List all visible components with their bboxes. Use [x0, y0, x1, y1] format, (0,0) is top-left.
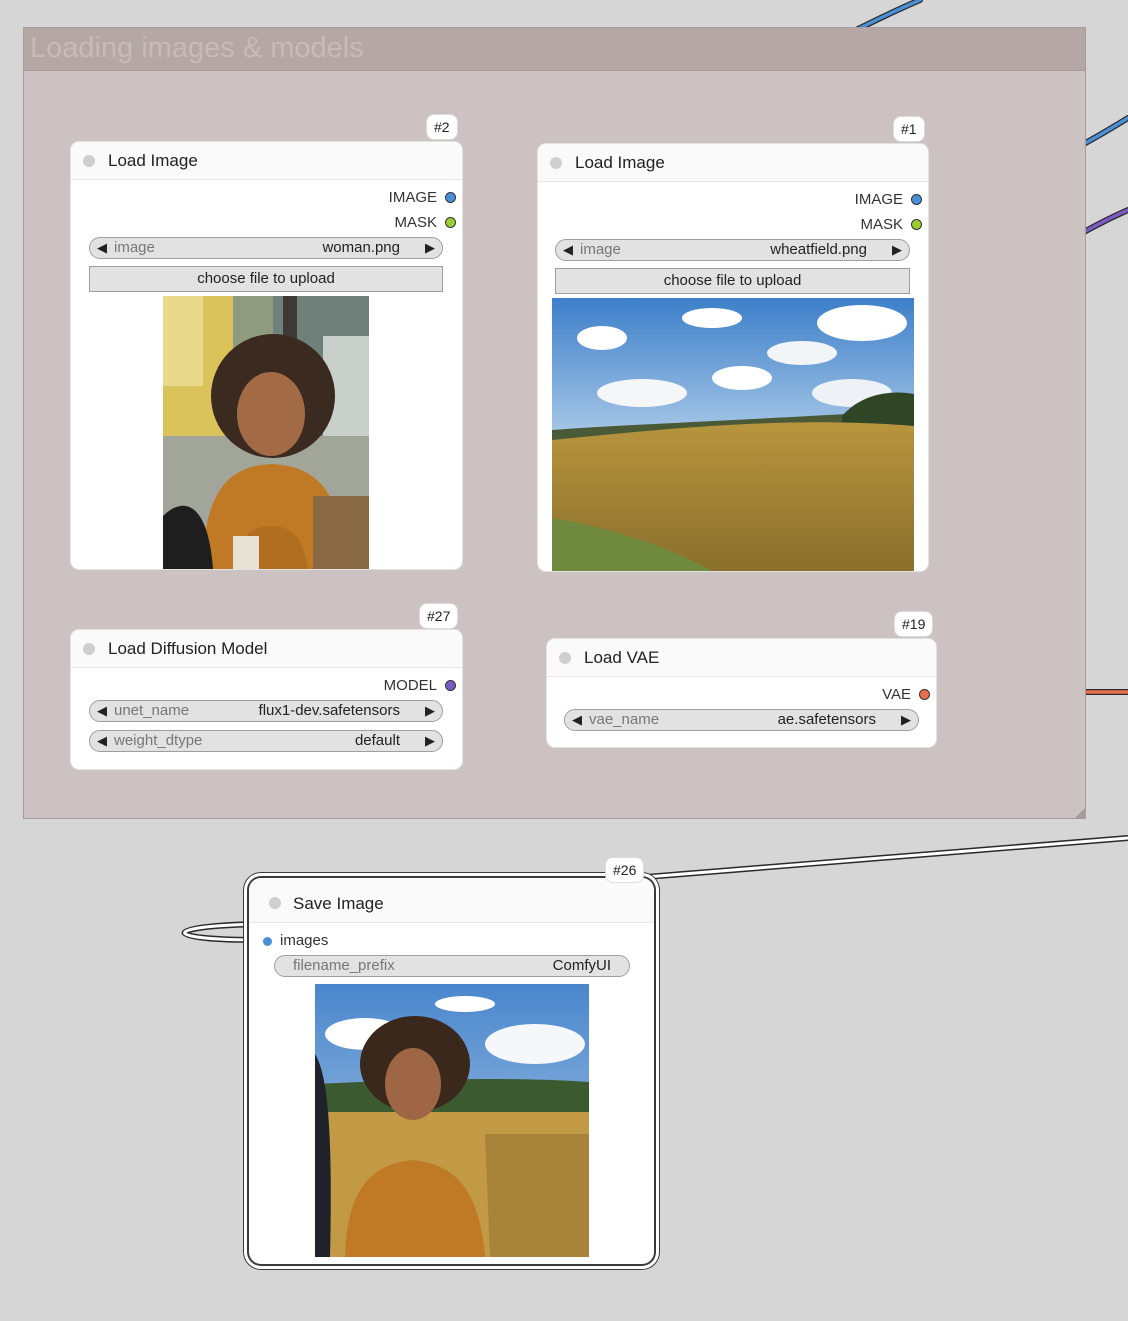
output-image[interactable]: IMAGE [389, 188, 456, 208]
node-title-bar[interactable]: Load Diffusion Model [71, 630, 462, 668]
load-vae-node[interactable]: Load VAE VAE ◀ vae_name ae.safetensors ▶ [547, 639, 936, 747]
output-mask[interactable]: MASK [394, 213, 456, 233]
image-socket-icon[interactable] [911, 193, 922, 205]
node-id-badge: #19 [895, 612, 933, 636]
node-id-badge: #1 [894, 117, 924, 141]
filename-prefix-widget[interactable]: filename_prefix ComfyUI [274, 955, 630, 977]
collapse-dot-icon[interactable] [559, 652, 571, 664]
output-mask[interactable]: MASK [860, 215, 922, 235]
mask-socket-icon[interactable] [445, 216, 456, 228]
load-diffusion-model-node[interactable]: Load Diffusion Model MODEL ◀ unet_name f… [71, 630, 462, 769]
node-title-bar[interactable]: Save Image [249, 878, 654, 923]
node-id-badge: #26 [606, 858, 644, 882]
output-vae[interactable]: VAE [882, 685, 930, 705]
node-title: Load Diffusion Model [108, 639, 268, 658]
arrow-right-icon[interactable]: ▶ [901, 710, 911, 730]
image-combo-widget[interactable]: ◀ image wheatfield.png ▶ [555, 239, 910, 261]
output-model[interactable]: MODEL [384, 676, 456, 696]
node-title-bar[interactable]: Load Image [538, 144, 928, 182]
input-images[interactable]: images [263, 932, 328, 952]
node-title: Save Image [293, 894, 384, 913]
load-image-node-woman[interactable]: Load Image IMAGE MASK ◀ image woman.png … [71, 142, 462, 569]
model-socket-icon[interactable] [445, 679, 456, 691]
woman-in-wheat-field-preview [315, 984, 589, 1257]
arrow-right-icon[interactable]: ▶ [425, 701, 435, 721]
node-title-bar[interactable]: Load VAE [547, 639, 936, 677]
group-title[interactable]: Loading images & models [24, 28, 1085, 71]
node-title: Load Image [108, 151, 198, 170]
arrow-left-icon[interactable]: ◀ [572, 710, 582, 730]
image-socket-icon[interactable] [445, 191, 456, 203]
upload-button[interactable]: choose file to upload [89, 266, 443, 292]
node-id-badge: #2 [427, 115, 457, 139]
weight-dtype-combo-widget[interactable]: ◀ weight_dtype default ▶ [89, 730, 443, 752]
image-combo-widget[interactable]: ◀ image woman.png ▶ [89, 237, 443, 259]
collapse-dot-icon[interactable] [83, 155, 95, 167]
output-image[interactable]: IMAGE [855, 190, 922, 210]
node-title: Load VAE [584, 648, 660, 667]
vae-name-combo-widget[interactable]: ◀ vae_name ae.safetensors ▶ [564, 709, 919, 731]
collapse-dot-icon[interactable] [550, 157, 562, 169]
arrow-right-icon[interactable]: ▶ [425, 238, 435, 258]
woman-portrait-preview [163, 296, 369, 569]
load-image-node-wheatfield[interactable]: Load Image IMAGE MASK ◀ image wheatfield… [538, 144, 928, 571]
arrow-left-icon[interactable]: ◀ [97, 701, 107, 721]
upload-button[interactable]: choose file to upload [555, 268, 910, 294]
wheat-field-preview [552, 298, 914, 571]
save-image-node[interactable]: Save Image images filename_prefix ComfyU… [249, 878, 654, 1264]
node-title-bar[interactable]: Load Image [71, 142, 462, 180]
collapse-dot-icon[interactable] [83, 643, 95, 655]
arrow-right-icon[interactable]: ▶ [892, 240, 902, 260]
arrow-right-icon[interactable]: ▶ [425, 731, 435, 751]
collapse-dot-icon[interactable] [269, 897, 281, 909]
group-resize-handle[interactable] [1075, 808, 1085, 818]
vae-socket-icon[interactable] [919, 688, 930, 700]
mask-socket-icon[interactable] [911, 218, 922, 230]
node-title: Load Image [575, 153, 665, 172]
arrow-left-icon[interactable]: ◀ [563, 240, 573, 260]
images-socket-icon[interactable] [263, 936, 272, 946]
unet-name-combo-widget[interactable]: ◀ unet_name flux1-dev.safetensors ▶ [89, 700, 443, 722]
arrow-left-icon[interactable]: ◀ [97, 731, 107, 751]
node-id-badge: #27 [420, 604, 458, 628]
arrow-left-icon[interactable]: ◀ [97, 238, 107, 258]
